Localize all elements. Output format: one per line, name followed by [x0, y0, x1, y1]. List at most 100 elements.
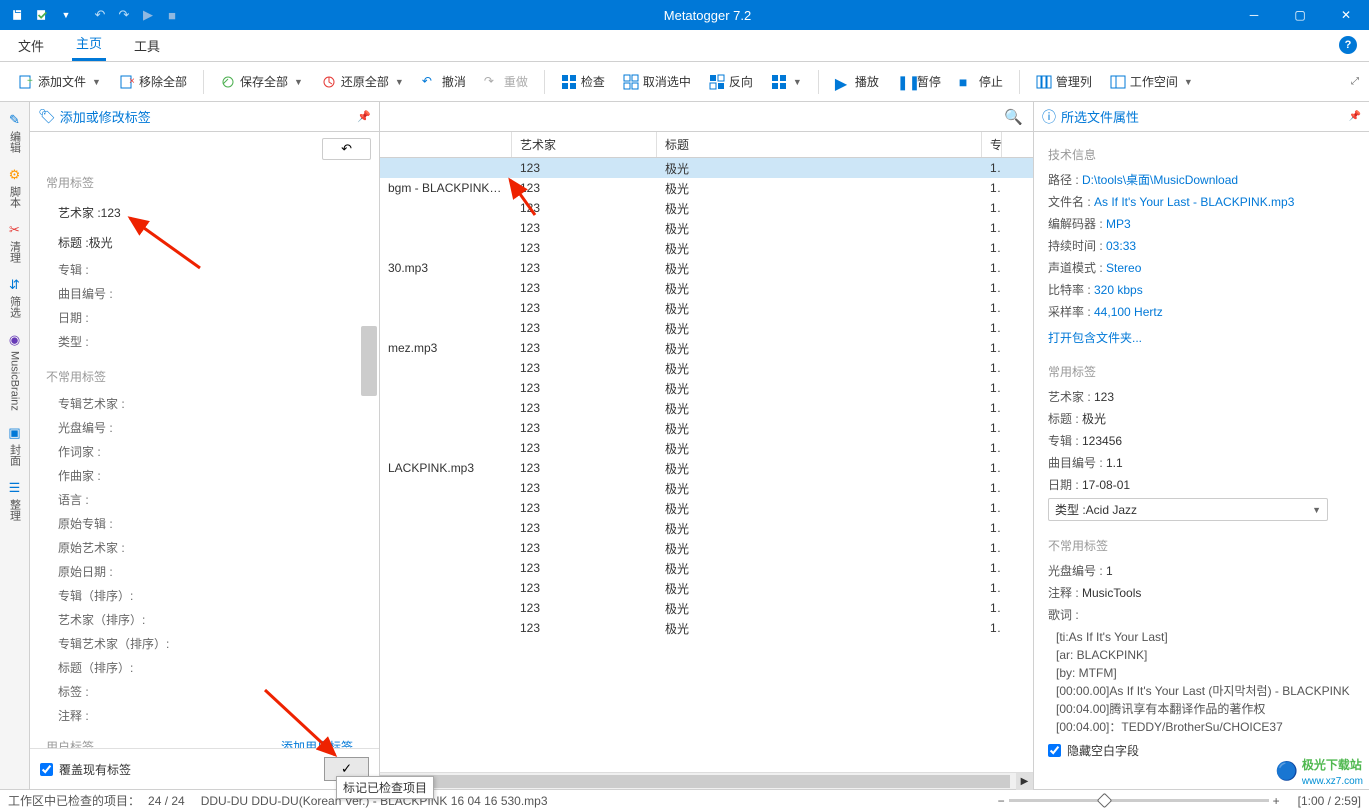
help-icon[interactable]: ? — [1339, 36, 1357, 54]
workspace-button[interactable]: 工作空间▼ — [1104, 69, 1199, 94]
field-uncommon[interactable]: 作曲家 : — [58, 467, 363, 484]
qat-icon-2[interactable] — [30, 3, 54, 27]
table-row[interactable]: 123极光1 — [380, 518, 1033, 538]
col-artist[interactable]: 艺术家 — [512, 132, 657, 157]
table-row[interactable]: 123极光1 — [380, 218, 1033, 238]
col-file[interactable] — [380, 132, 512, 157]
pause-button[interactable]: ❚❚暂停 — [891, 69, 947, 94]
maximize-button[interactable]: ▢ — [1277, 0, 1323, 30]
table-row[interactable]: 123极光1 — [380, 578, 1033, 598]
genre-select[interactable]: 类型 : Acid Jazz▼ — [1048, 498, 1328, 521]
field-uncommon[interactable]: 原始专辑 : — [58, 515, 363, 532]
qat-play-icon[interactable]: ▶ — [136, 3, 160, 27]
table-row[interactable]: 123极光1 — [380, 498, 1033, 518]
table-row[interactable]: 123极光1 — [380, 538, 1033, 558]
table-row[interactable]: LACKPINK.mp3123极光1 — [380, 458, 1033, 478]
grid-menu-button[interactable]: ▼ — [765, 70, 808, 94]
tab-tools[interactable]: 工具 — [130, 30, 164, 61]
table-row[interactable]: 123极光1 — [380, 198, 1033, 218]
table-row[interactable]: 123极光1 — [380, 158, 1033, 178]
scrollbar-thumb[interactable] — [361, 326, 377, 396]
grid-h-scrollbar[interactable]: ▶ — [380, 772, 1033, 789]
table-row[interactable]: mez.mp3123极光1 — [380, 338, 1033, 358]
redo-button[interactable]: ↷重做 — [478, 69, 534, 94]
qat-icon-1[interactable] — [6, 3, 30, 27]
field-uncommon[interactable]: 光盘编号 : — [58, 419, 363, 436]
add-file-button[interactable]: +添加文件▼ — [12, 69, 107, 94]
field-uncommon[interactable]: 原始日期 : — [58, 563, 363, 580]
undo-button[interactable]: ↶撤消 — [416, 69, 472, 94]
deselect-button[interactable]: 取消选中 — [617, 69, 697, 94]
field-artist[interactable]: 艺术家 : 123 — [58, 201, 363, 224]
table-row[interactable]: bgm - BLACKPINK.mp3123极光1 — [380, 178, 1033, 198]
col-n[interactable]: 专 — [982, 132, 1002, 157]
vtab-filter[interactable]: ⇵筛选 — [5, 271, 25, 324]
field-uncommon[interactable]: 语言 : — [58, 491, 363, 508]
pin-icon[interactable]: 📌 — [357, 110, 371, 123]
table-row[interactable]: 123极光1 — [380, 278, 1033, 298]
vtab-edit[interactable]: ✎编辑 — [5, 106, 25, 159]
play-button[interactable]: ▶播放 — [829, 69, 885, 94]
minimize-button[interactable]: ─ — [1231, 0, 1277, 30]
overwrite-checkbox[interactable] — [40, 763, 53, 776]
field-genre[interactable]: 类型 : — [58, 333, 363, 350]
table-row[interactable]: 123极光1 — [380, 398, 1033, 418]
scroll-right-button[interactable]: ▶ — [1016, 773, 1033, 790]
field-album[interactable]: 专辑 : — [58, 261, 363, 278]
manage-columns-button[interactable]: 管理列 — [1030, 69, 1098, 94]
table-row[interactable]: 123极光1 — [380, 318, 1033, 338]
field-title[interactable]: 标题 : 极光 — [58, 231, 363, 254]
invert-button[interactable]: 反向 — [703, 69, 759, 94]
stop-button[interactable]: ■停止 — [953, 69, 1009, 94]
vtab-musicbrainz[interactable]: ◉MusicBrainz — [7, 326, 23, 417]
vtab-organize[interactable]: ☰整理 — [5, 474, 25, 527]
table-row[interactable]: 123极光1 — [380, 358, 1033, 378]
qat-stop-icon[interactable]: ■ — [160, 3, 184, 27]
hide-empty-checkbox[interactable] — [1048, 744, 1061, 757]
table-row[interactable]: 123极光1 — [380, 618, 1033, 638]
close-button[interactable]: ✕ — [1323, 0, 1369, 30]
add-user-tag-link[interactable]: 添加用户标签... — [281, 738, 363, 748]
field-track[interactable]: 曲目编号 : — [58, 285, 363, 302]
tab-file[interactable]: 文件 — [14, 30, 48, 61]
expand-ribbon-icon[interactable]: ⤢ — [1351, 76, 1359, 87]
field-uncommon[interactable]: 注释 : — [58, 707, 363, 724]
open-folder-link[interactable]: 打开包含文件夹... — [1048, 331, 1142, 345]
field-uncommon[interactable]: 标题（排序）: — [58, 659, 363, 676]
field-uncommon[interactable]: 专辑艺术家 : — [58, 395, 363, 412]
remove-all-button[interactable]: ×移除全部 — [113, 69, 193, 94]
field-uncommon[interactable]: 作词家 : — [58, 443, 363, 460]
field-date[interactable]: 日期 : — [58, 309, 363, 326]
check-button[interactable]: 检查 — [555, 69, 611, 94]
field-uncommon[interactable]: 专辑艺术家（排序）: — [58, 635, 363, 652]
vtab-script[interactable]: ⚙脚本 — [5, 161, 25, 214]
vtab-cover[interactable]: ▣封面 — [5, 419, 25, 472]
tab-home[interactable]: 主页 — [72, 27, 106, 61]
revert-button[interactable]: ↶ — [322, 138, 371, 160]
search-icon[interactable]: 🔍 — [1004, 108, 1023, 126]
col-title[interactable]: 标题 — [657, 132, 982, 157]
table-row[interactable]: 30.mp3123极光1 — [380, 258, 1033, 278]
field-uncommon[interactable]: 原始艺术家 : — [58, 539, 363, 556]
field-uncommon[interactable]: 标签 : — [58, 683, 363, 700]
table-row[interactable]: 123极光1 — [380, 298, 1033, 318]
save-all-button[interactable]: 保存全部▼ — [214, 69, 309, 94]
progress-slider[interactable]: − + — [998, 794, 1280, 808]
table-row[interactable]: 123极光1 — [380, 238, 1033, 258]
qat-redo-icon[interactable]: ↷ — [112, 3, 136, 27]
field-uncommon[interactable]: 专辑（排序）: — [58, 587, 363, 604]
table-row[interactable]: 123极光1 — [380, 478, 1033, 498]
table-row[interactable]: 123极光1 — [380, 438, 1033, 458]
tooltip: 标记已检查项目 — [336, 776, 434, 799]
table-row[interactable]: 123极光1 — [380, 558, 1033, 578]
restore-all-button[interactable]: 还原全部▼ — [315, 69, 410, 94]
vtab-clean[interactable]: ✂清理 — [5, 216, 25, 269]
field-uncommon[interactable]: 艺术家（排序）: — [58, 611, 363, 628]
table-row[interactable]: 123极光1 — [380, 598, 1033, 618]
qat-dropdown[interactable]: ▼ — [54, 3, 78, 27]
table-row[interactable]: 123极光1 — [380, 378, 1033, 398]
pin-icon-right[interactable]: 📌 — [1349, 111, 1361, 122]
qat-undo-icon[interactable]: ↶ — [88, 3, 112, 27]
table-row[interactable]: 123极光1 — [380, 418, 1033, 438]
grid-body[interactable]: 123极光1bgm - BLACKPINK.mp3123极光1123极光1123… — [380, 158, 1033, 772]
